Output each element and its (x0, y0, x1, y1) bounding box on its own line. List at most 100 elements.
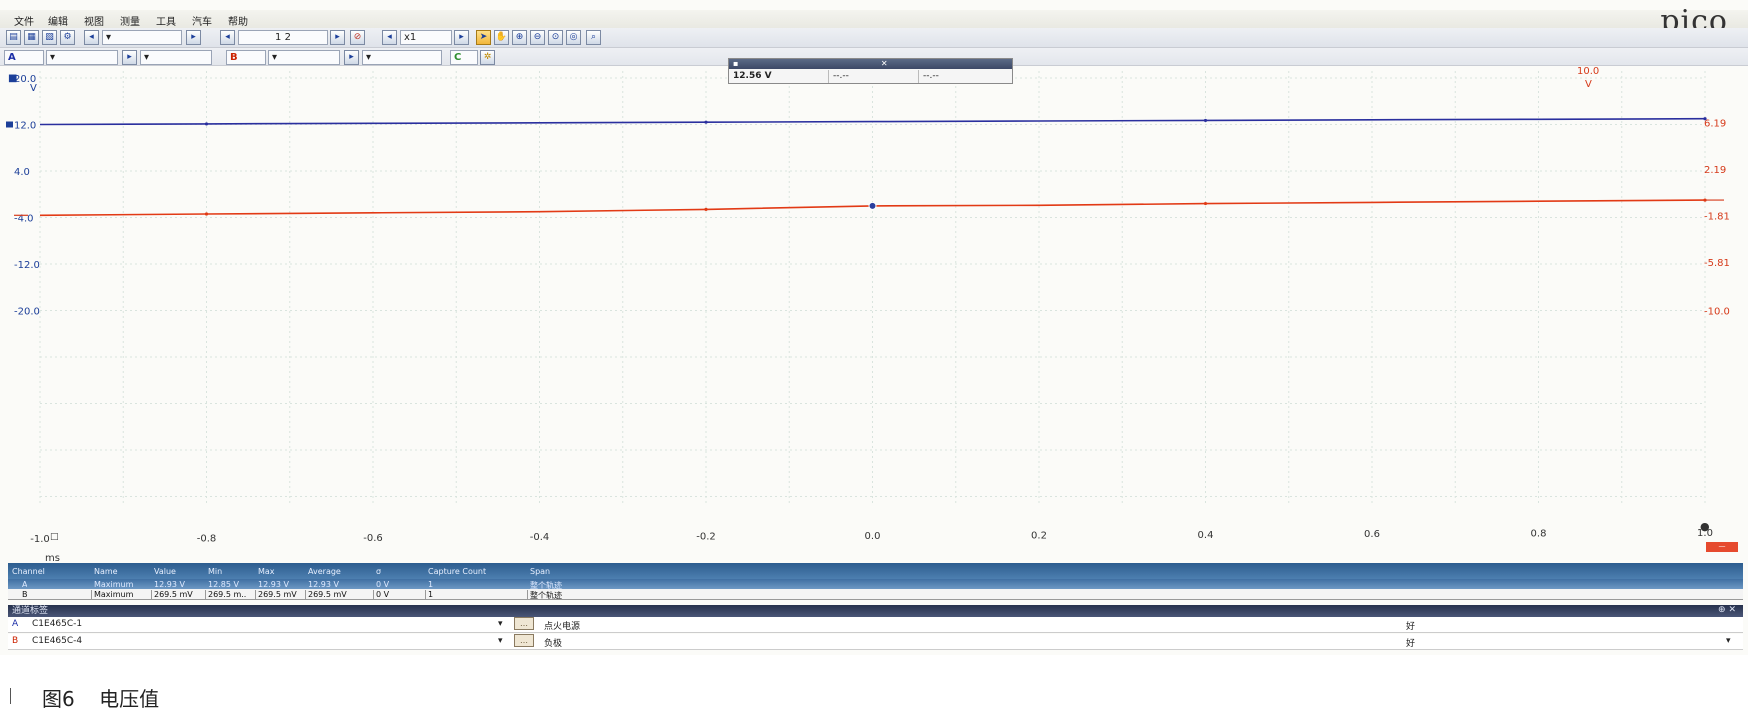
figure-title: 电压值 (99, 687, 160, 711)
menu-edit[interactable]: 编辑 (48, 13, 68, 28)
channel-labels-header: 通道标签 (8, 605, 1743, 617)
col-average: Average (308, 567, 341, 576)
hand-icon[interactable]: ✋ (494, 30, 509, 45)
buffer-select[interactable]: ▾ (102, 30, 182, 45)
channel-b-button[interactable]: B (226, 50, 266, 65)
channel-c-options-icon[interactable]: ✲ (480, 50, 495, 65)
save-icon[interactable]: ▦ (24, 30, 39, 45)
col-channel: Channel (12, 567, 45, 576)
menu-help[interactable]: 帮助 (228, 13, 248, 28)
channel-b-range[interactable]: ▾ (268, 50, 340, 65)
x-tick-label: 0.2 (1031, 530, 1047, 541)
ruler-legend-panel: ▪ ✕ 12.56 V --.-- --.-- (728, 58, 1013, 84)
x-tick-label: 0.0 (865, 531, 881, 542)
status-dropdown-icon[interactable]: ▾ (1726, 636, 1731, 646)
dropdown-icon[interactable]: ▾ (498, 619, 503, 629)
menu-tools[interactable]: 工具 (156, 13, 176, 28)
col-capture-count: Capture Count (428, 567, 487, 576)
timebase-select[interactable]: 1 2 (238, 30, 328, 45)
x-tick-label: -0.4 (530, 532, 550, 543)
probe-id: C1E465C-1 (32, 619, 83, 629)
channel-a-next-icon[interactable]: ▸ (122, 50, 137, 65)
col-name: Name (94, 567, 118, 576)
zoom-out-icon[interactable]: ⊖ (530, 30, 545, 45)
left-tick-label: 12.0 (14, 121, 36, 132)
x-tick-label: -0.8 (197, 533, 217, 544)
ruler-value: 12.56 V (729, 70, 829, 83)
channel-a-button[interactable]: A (4, 50, 44, 65)
right-tick-label: 6.19 (1704, 118, 1726, 129)
series-a-point (1203, 118, 1208, 123)
measurement-row-a[interactable]: A Maximum 12.93 V 12.85 V 12.93 V 12.93 … (8, 579, 1743, 590)
series-a-point (1703, 117, 1707, 121)
probe-status: 好 (1406, 639, 1416, 649)
zoom-fit-icon[interactable]: ◎ (566, 30, 581, 45)
left-tick-label: 4.0 (14, 167, 30, 178)
pointer-icon[interactable]: ➤ (476, 30, 491, 45)
right-tick-label: -1.81 (1704, 211, 1730, 222)
ruler-cell-2: --.-- (829, 70, 919, 83)
next-buffer-icon[interactable]: ▸ (186, 30, 201, 45)
right-axis-top: 10.0 (1577, 66, 1600, 77)
zoom-reset-icon[interactable]: ⌕ (586, 30, 601, 45)
figure-caption: 图6 电压值 (10, 683, 159, 712)
open-icon[interactable]: ▤ (6, 30, 21, 45)
series-b-point (704, 207, 708, 211)
menu-file[interactable]: 文件 (14, 13, 34, 28)
scope-plot[interactable]: 20.0 12.0 4.0 -4.0 -12.0 -20.0 6.19 2.19 -1.81 -5… (0, 66, 1748, 564)
col-min: Min (208, 567, 223, 576)
x-tick-label: -1.0 (30, 534, 50, 545)
timebase-up-icon[interactable]: ▸ (330, 30, 345, 45)
ruler-legend-header: ▪ ✕ (729, 59, 1012, 69)
x-tick-label: 0.6 (1364, 529, 1380, 540)
left-axis-marker-icon: ■ (8, 73, 18, 84)
probe-swatch[interactable]: … (514, 634, 534, 647)
channel-a-coupling[interactable]: ▾ (140, 50, 212, 65)
measurement-row-b[interactable]: B Maximum 269.5 mV 269.5 m.. 269.5 mV 26… (8, 589, 1743, 600)
col-sigma: σ (376, 567, 382, 576)
x-tick-label: 0.8 (1531, 529, 1547, 540)
menu-view[interactable]: 视图 (84, 13, 104, 28)
x-tick-label: -0.2 (696, 532, 716, 543)
x-tick-label: 0.4 (1198, 530, 1214, 541)
panel-close-icon[interactable]: ⊕ ✕ (1718, 605, 1736, 615)
prev-buffer-icon[interactable]: ◂ (84, 30, 99, 45)
dropdown-icon[interactable]: ▾ (498, 636, 503, 646)
col-span: Span (530, 567, 551, 576)
zoom-down-icon[interactable]: ◂ (382, 30, 397, 45)
main-toolbar: ▤ ▦ ▧ ⚙ ◂ ▾ ▸ ◂ 1 2 ▸ ⊘ ◂ x1 ▸ ➤ ✋ ⊕ ⊖ ⊙… (0, 28, 1748, 48)
zoom-in-icon[interactable]: ⊕ (512, 30, 527, 45)
probe-swatch[interactable]: … (514, 617, 534, 630)
scope-chart: 20.012.04.0-4.0-12.0-20.06.192.19-1.81-5… (6, 71, 1730, 545)
channel-a-range[interactable]: ▾ (46, 50, 118, 65)
scroll-end-icon[interactable]: ● (1700, 520, 1710, 533)
figure-number: 图6 (42, 687, 75, 711)
right-tick-label: 2.19 (1704, 165, 1726, 176)
menu-measure[interactable]: 测量 (120, 13, 140, 28)
channel-b-next-icon[interactable]: ▸ (344, 50, 359, 65)
probe-row-a[interactable]: A C1E465C-1 ▾ … 点火电源 好 (8, 617, 1743, 633)
zoom-select[interactable]: x1 (400, 30, 452, 45)
picoscope-window: 文件 编辑 视图 测量 工具 汽车 帮助 pico technology ▤ ▦… (0, 0, 1748, 655)
channel-b-coupling[interactable]: ▾ (362, 50, 442, 65)
stop-icon[interactable]: ⊘ (350, 30, 365, 45)
probe-label: 负极 (544, 639, 563, 649)
settings-icon[interactable]: ⚙ (60, 30, 75, 45)
zoom-area-icon[interactable]: ⊙ (548, 30, 563, 45)
series-b-point (1203, 201, 1208, 206)
series-b-point (204, 212, 209, 216)
ruler-cell-3: --.-- (923, 71, 939, 81)
series-a-point (204, 122, 209, 126)
zoom-up-icon[interactable]: ▸ (454, 30, 469, 45)
channel-c-button[interactable]: C (450, 50, 478, 65)
trigger-marker (868, 201, 877, 210)
probe-row-b[interactable]: B C1E465C-4 ▾ … 负极 好 ▾ (8, 634, 1743, 650)
left-axis-unit: V (30, 83, 37, 94)
right-axis-unit: V (1585, 79, 1592, 90)
menu-auto[interactable]: 汽车 (192, 13, 212, 28)
probe-status: 好 (1406, 622, 1416, 632)
timebase-down-icon[interactable]: ◂ (220, 30, 235, 45)
zoom-indicator[interactable]: — (1706, 542, 1738, 552)
print-icon[interactable]: ▧ (42, 30, 57, 45)
left-tick-label: -20.0 (14, 307, 40, 318)
